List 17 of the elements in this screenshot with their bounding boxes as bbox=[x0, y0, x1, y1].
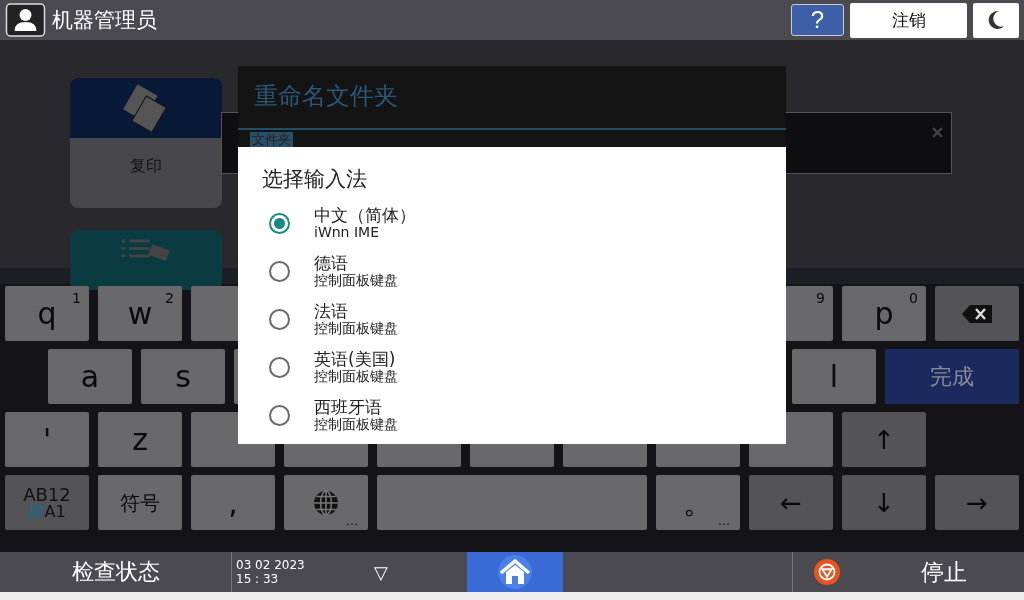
option-subtitle: 控制面板键盘 bbox=[314, 416, 398, 433]
date-text: 03 02 2023 bbox=[236, 557, 306, 572]
option-subtitle: iWnn IME bbox=[314, 224, 380, 241]
time-text: 15 : 33 bbox=[236, 572, 280, 587]
field-label: 文件夹 bbox=[250, 132, 293, 147]
option-subtitle: 控制面板键盘 bbox=[314, 320, 398, 337]
tile-label: 复印 bbox=[129, 155, 163, 177]
option-subtitle: 控制面板键盘 bbox=[314, 272, 398, 289]
option-name: 中文（简体） bbox=[314, 205, 416, 225]
option-name: 英语(美国) bbox=[314, 349, 397, 369]
dialog-title: 选择输入法 bbox=[262, 166, 368, 193]
option-name: 法语 bbox=[314, 301, 349, 321]
option-name: 西班牙语 bbox=[314, 397, 383, 417]
user-title: 机器管理员 bbox=[52, 7, 157, 34]
dialog-title: 重命名文件夹 bbox=[254, 81, 398, 112]
option-subtitle: 控制面板键盘 bbox=[314, 368, 398, 385]
option-name: 德语 bbox=[314, 253, 349, 273]
